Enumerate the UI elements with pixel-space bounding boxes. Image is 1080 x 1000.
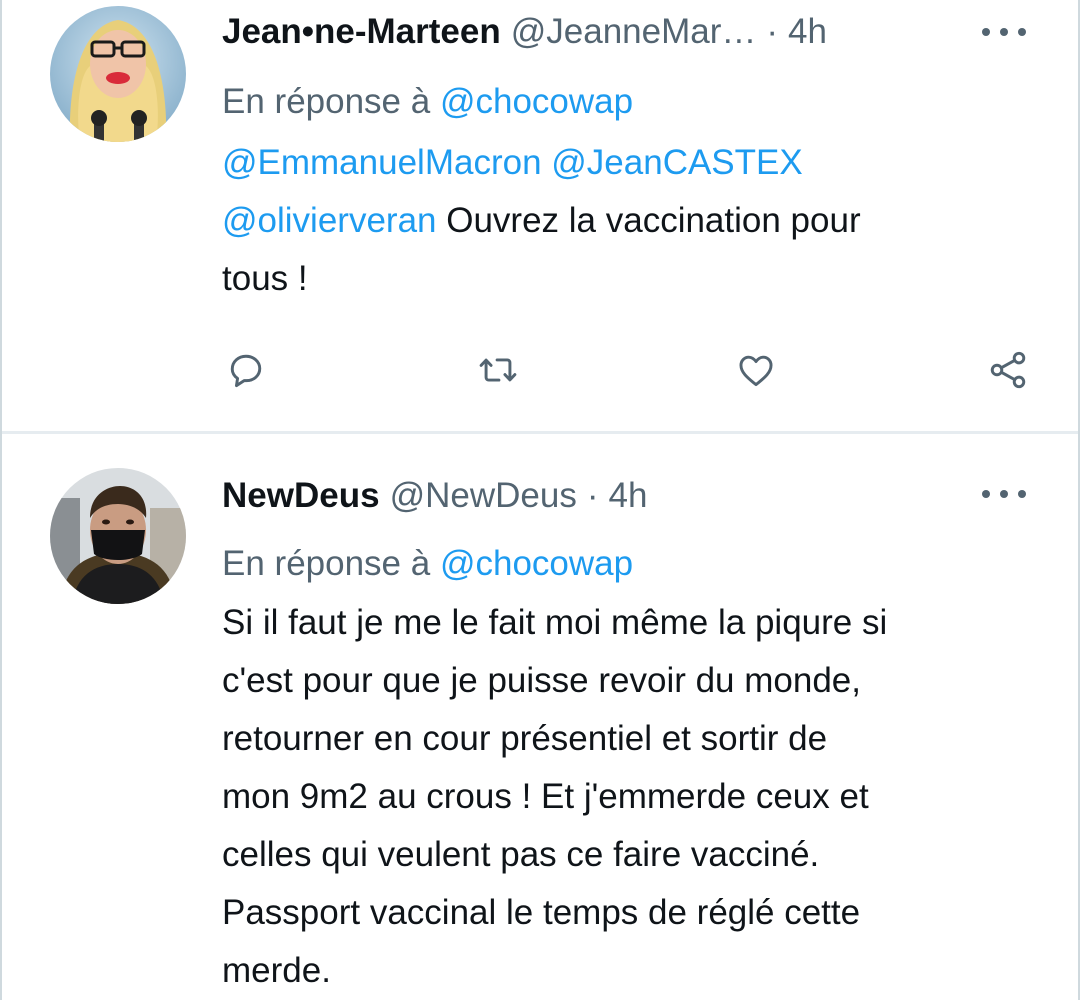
share-button[interactable] [982, 344, 1034, 396]
like-button[interactable] [730, 344, 782, 396]
tweet-text-line: Si il faut je me le fait moi même la piq… [222, 603, 888, 642]
tweet-text-line: mon 9m2 au crous ! Et j'emmerde ceux et [222, 777, 869, 816]
reply-prefix: En réponse à [222, 82, 431, 121]
more-options-icon[interactable] [982, 484, 1026, 504]
user-handle[interactable]: @NewDeus [390, 468, 577, 524]
share-icon [990, 351, 1026, 389]
timestamp[interactable]: 4h [608, 468, 647, 524]
reply-mention[interactable]: @chocowap [440, 544, 633, 583]
tweet[interactable]: NewDeus @NewDeus · 4h En réponse à @choc… [2, 432, 1078, 1000]
avatar-image [50, 468, 186, 604]
reply-context: En réponse à @chocowap [222, 536, 633, 592]
tweet-text-line: retourner en cour présentiel et sortir d… [222, 719, 828, 758]
reply-context: En réponse à @chocowap [222, 74, 633, 130]
tweet[interactable]: Jean•ne-Marteen @JeanneMar… · 4h En répo… [2, 0, 1078, 432]
tweet-text-line: celles qui veulent pas ce faire vacciné. [222, 835, 820, 874]
display-name[interactable]: Jean•ne-Marteen [222, 4, 501, 60]
separator-dot: · [586, 476, 599, 515]
like-icon [739, 355, 773, 387]
reply-button[interactable] [220, 344, 272, 396]
avatar[interactable] [50, 6, 186, 142]
tweet-header: Jean•ne-Marteen @JeanneMar… · 4h [222, 4, 928, 60]
more-options-icon[interactable] [982, 22, 1026, 42]
tweet-text: @EmmanuelMacron @JeanCASTEX @oliviervera… [222, 134, 1022, 308]
reply-prefix: En réponse à [222, 544, 431, 583]
mention-link[interactable]: @EmmanuelMacron [222, 143, 542, 182]
mention-link[interactable]: @JeanCASTEX [551, 143, 802, 182]
mention-link[interactable]: @olivierveran [222, 201, 437, 240]
tweet-header: NewDeus @NewDeus · 4h [222, 468, 928, 524]
timestamp[interactable]: 4h [788, 4, 827, 60]
tweet-text-segment: Ouvrez la vaccination pour [436, 201, 861, 240]
separator-dot: · [766, 12, 779, 51]
user-handle[interactable]: @JeanneMar… [511, 4, 757, 60]
tweet-text-line: tous ! [222, 259, 308, 298]
display-name[interactable]: NewDeus [222, 468, 380, 524]
tweet-text-line: merde. [222, 951, 331, 990]
retweet-button[interactable] [472, 344, 524, 396]
reply-mention[interactable]: @chocowap [440, 82, 633, 121]
tweet-text-line: c'est pour que je puisse revoir du monde… [222, 661, 861, 700]
timeline: Jean•ne-Marteen @JeanneMar… · 4h En répo… [0, 0, 1080, 1000]
avatar[interactable] [50, 468, 186, 604]
retweet-icon [479, 358, 517, 382]
tweet-actions [216, 344, 1036, 396]
tweet-text: Si il faut je me le fait moi même la piq… [222, 594, 1022, 1000]
tweet-text-line: Passport vaccinal le temps de réglé cett… [222, 893, 861, 932]
avatar-image [50, 6, 186, 142]
reply-icon [230, 354, 262, 388]
